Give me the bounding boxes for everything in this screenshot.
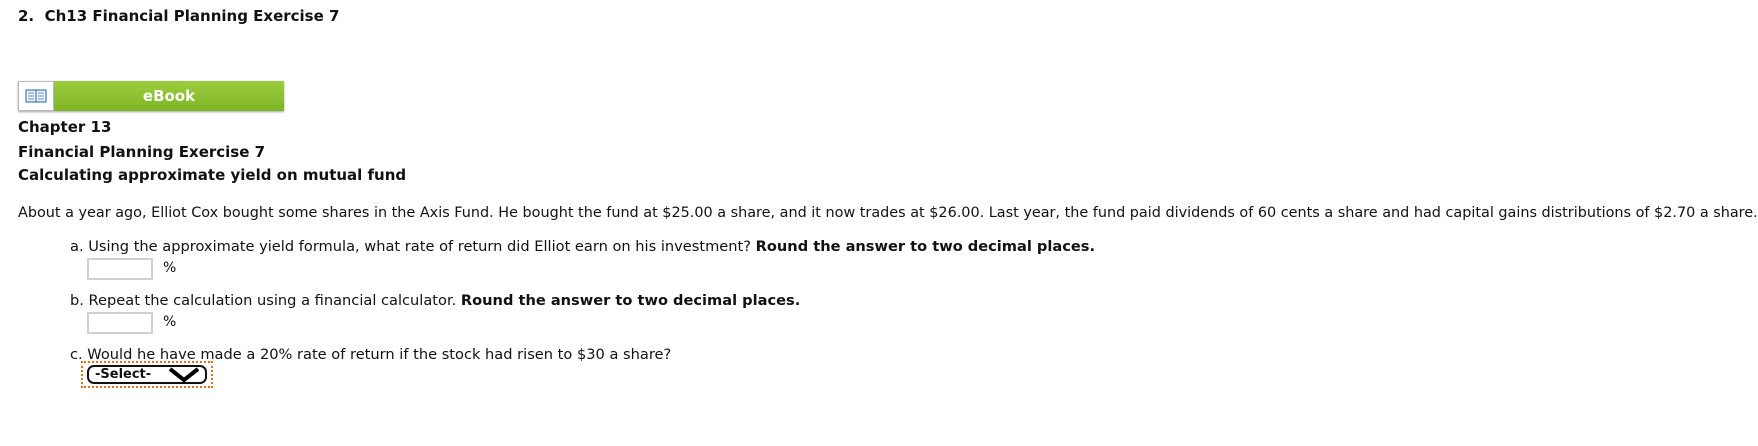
part-a-instruction: Round the answer to two decimal places. — [755, 238, 1096, 255]
part-b-prompt: b. Repeat the calculation using a financ… — [70, 292, 800, 309]
chapter-heading: Chapter 13 — [18, 118, 112, 136]
question-title-text: Ch13 Financial Planning Exercise 7 — [44, 7, 340, 25]
ebook-toolbar: eBook — [18, 81, 284, 111]
part-a-unit: % — [163, 260, 177, 276]
question-number: 2. — [18, 7, 35, 25]
part-b-unit: % — [163, 314, 177, 330]
question-title: 2. Ch13 Financial Planning Exercise 7 — [18, 7, 339, 25]
part-b-instruction: Round the answer to two decimal places. — [460, 292, 801, 309]
chevron-down-icon — [168, 366, 200, 383]
part-a-text: a. Using the approximate yield formula, … — [70, 238, 756, 255]
book-icon[interactable] — [18, 81, 54, 111]
exercise-heading: Financial Planning Exercise 7 — [18, 143, 266, 161]
exercise-subtitle: Calculating approximate yield on mutual … — [18, 166, 407, 184]
part-c-select-focus-ring: -Select- — [81, 361, 213, 388]
part-c-answer-select[interactable]: -Select- — [87, 365, 207, 384]
part-a-answer-input[interactable] — [87, 258, 153, 280]
part-b-answer-input[interactable] — [87, 312, 153, 334]
part-a-prompt: a. Using the approximate yield formula, … — [70, 238, 1095, 255]
select-value: -Select- — [95, 367, 152, 382]
part-b-text: b. Repeat the calculation using a financ… — [70, 292, 461, 309]
ebook-button[interactable]: eBook — [54, 81, 284, 111]
problem-statement: About a year ago, Elliot Cox bought some… — [18, 205, 1758, 221]
